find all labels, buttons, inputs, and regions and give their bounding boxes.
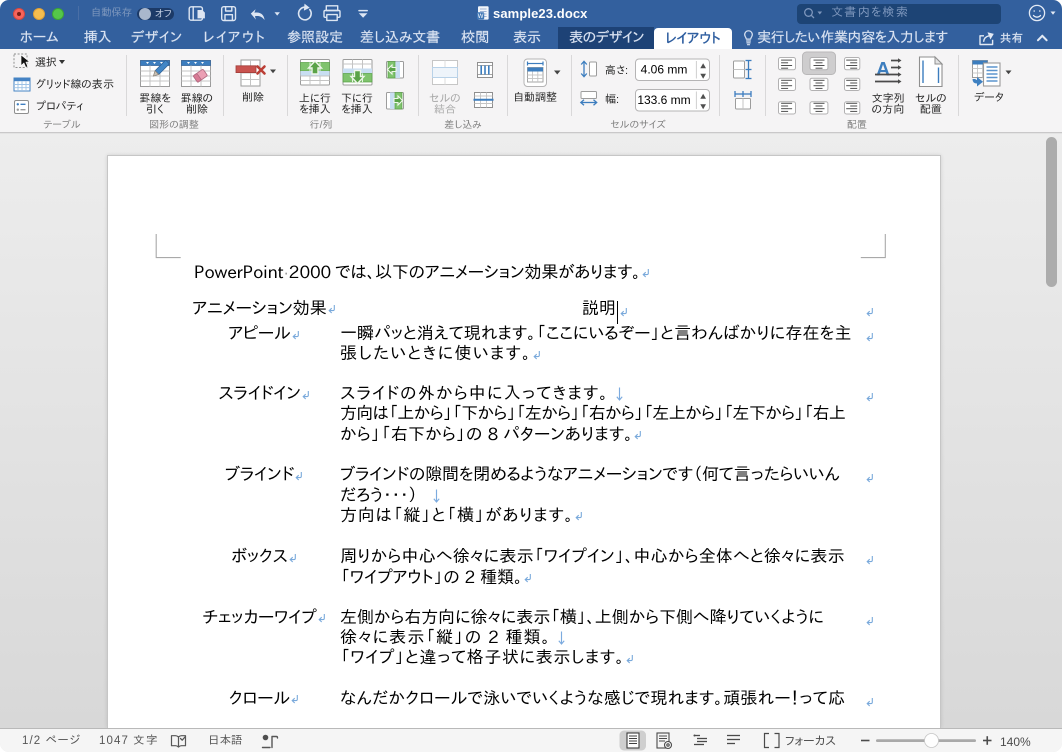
svg-text:A: A	[876, 59, 890, 81]
svg-text:133.6 mm: 133.6 mm	[637, 93, 690, 107]
svg-text:W: W	[478, 14, 484, 20]
svg-text:4.06 mm: 4.06 mm	[641, 63, 688, 77]
